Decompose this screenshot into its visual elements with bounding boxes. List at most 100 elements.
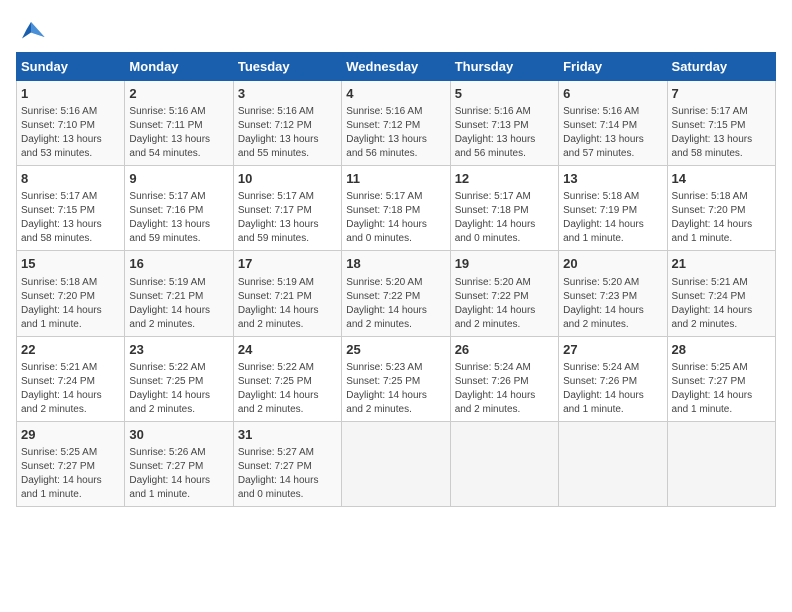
day-number: 5	[455, 85, 554, 103]
day-number: 21	[672, 255, 771, 273]
day-info: Sunrise: 5:20 AM Sunset: 7:22 PM Dayligh…	[346, 276, 445, 332]
day-info: Sunrise: 5:16 AM Sunset: 7:11 PM Dayligh…	[129, 105, 228, 161]
day-info: Sunrise: 5:17 AM Sunset: 7:15 PM Dayligh…	[21, 190, 120, 246]
day-number: 13	[563, 170, 662, 188]
calendar-cell: 14Sunrise: 5:18 AM Sunset: 7:20 PM Dayli…	[667, 166, 775, 251]
logo-icon	[16, 16, 46, 46]
calendar-cell: 18 Sunrise: 5:20 AM Sunset: 7:22 PM Dayli…	[342, 251, 450, 336]
day-number: 11	[346, 170, 445, 188]
calendar-cell: 13 Sunrise: 5:18 AM Sunset: 7:19 PM Dayli…	[559, 166, 667, 251]
day-number: 15	[21, 255, 120, 273]
day-info: Sunrise: 5:20 AM Sunset: 7:23 PM Dayligh…	[563, 276, 662, 332]
calendar-cell: 25 Sunrise: 5:23 AM Sunset: 7:25 PM Dayli…	[342, 336, 450, 421]
calendar-cell: 6Sunrise: 5:16 AM Sunset: 7:14 PM Daylig…	[559, 81, 667, 166]
day-info: Sunrise: 5:20 AM Sunset: 7:22 PM Dayligh…	[455, 276, 554, 332]
day-info: Sunrise: 5:24 AM Sunset: 7:26 PM Dayligh…	[563, 361, 662, 417]
day-number: 19	[455, 255, 554, 273]
day-info: Sunrise: 5:19 AM Sunset: 7:21 PM Dayligh…	[238, 276, 337, 332]
day-number: 3	[238, 85, 337, 103]
day-info: Sunrise: 5:16 AM Sunset: 7:12 PM Dayligh…	[238, 105, 337, 161]
calendar-cell: 15 Sunrise: 5:18 AM Sunset: 7:20 PM Dayli…	[17, 251, 125, 336]
calendar-cell: 5 Sunrise: 5:16 AM Sunset: 7:13 PM Daylig…	[450, 81, 558, 166]
day-number: 22	[21, 341, 120, 359]
day-info: Sunrise: 5:16 AM Sunset: 7:10 PM Dayligh…	[21, 105, 120, 161]
header-sunday: Sunday	[17, 53, 125, 81]
calendar-cell: 21 Sunrise: 5:21 AM Sunset: 7:24 PM Dayli…	[667, 251, 775, 336]
calendar-cell: 31Sunrise: 5:27 AM Sunset: 7:27 PM Dayli…	[233, 421, 341, 506]
calendar-cell: 27 Sunrise: 5:24 AM Sunset: 7:26 PM Dayli…	[559, 336, 667, 421]
calendar-cell: 16 Sunrise: 5:19 AM Sunset: 7:21 PM Dayli…	[125, 251, 233, 336]
day-number: 24	[238, 341, 337, 359]
calendar-cell: 20 Sunrise: 5:20 AM Sunset: 7:23 PM Dayli…	[559, 251, 667, 336]
day-info: Sunrise: 5:22 AM Sunset: 7:25 PM Dayligh…	[238, 361, 337, 417]
day-info: Sunrise: 5:18 AM Sunset: 7:20 PM Dayligh…	[21, 276, 120, 332]
day-info: Sunrise: 5:24 AM Sunset: 7:26 PM Dayligh…	[455, 361, 554, 417]
day-number: 20	[563, 255, 662, 273]
day-info: Sunrise: 5:16 AM Sunset: 7:13 PM Dayligh…	[455, 105, 554, 161]
calendar-cell	[559, 421, 667, 506]
day-info: Sunrise: 5:17 AM Sunset: 7:18 PM Dayligh…	[346, 190, 445, 246]
calendar-cell: 2 Sunrise: 5:16 AM Sunset: 7:11 PM Daylig…	[125, 81, 233, 166]
calendar-cell: 8 Sunrise: 5:17 AM Sunset: 7:15 PM Daylig…	[17, 166, 125, 251]
day-number: 2	[129, 85, 228, 103]
day-number: 18	[346, 255, 445, 273]
week-row-2: 8 Sunrise: 5:17 AM Sunset: 7:15 PM Daylig…	[17, 166, 776, 251]
calendar-cell: 28 Sunrise: 5:25 AM Sunset: 7:27 PM Dayli…	[667, 336, 775, 421]
calendar-cell: 9 Sunrise: 5:17 AM Sunset: 7:16 PM Daylig…	[125, 166, 233, 251]
day-number: 12	[455, 170, 554, 188]
week-row-4: 22 Sunrise: 5:21 AM Sunset: 7:24 PM Dayli…	[17, 336, 776, 421]
calendar-cell: 7 Sunrise: 5:17 AM Sunset: 7:15 PM Daylig…	[667, 81, 775, 166]
day-number: 27	[563, 341, 662, 359]
calendar-cell	[450, 421, 558, 506]
day-number: 26	[455, 341, 554, 359]
week-row-5: 29Sunrise: 5:25 AM Sunset: 7:27 PM Dayli…	[17, 421, 776, 506]
calendar-cell: 3 Sunrise: 5:16 AM Sunset: 7:12 PM Daylig…	[233, 81, 341, 166]
day-info: Sunrise: 5:23 AM Sunset: 7:25 PM Dayligh…	[346, 361, 445, 417]
day-info: Sunrise: 5:17 AM Sunset: 7:17 PM Dayligh…	[238, 190, 337, 246]
header-tuesday: Tuesday	[233, 53, 341, 81]
day-info: Sunrise: 5:19 AM Sunset: 7:21 PM Dayligh…	[129, 276, 228, 332]
calendar-cell: 23Sunrise: 5:22 AM Sunset: 7:25 PM Dayli…	[125, 336, 233, 421]
week-row-3: 15 Sunrise: 5:18 AM Sunset: 7:20 PM Dayli…	[17, 251, 776, 336]
day-info: Sunrise: 5:21 AM Sunset: 7:24 PM Dayligh…	[21, 361, 120, 417]
calendar-cell: 24 Sunrise: 5:22 AM Sunset: 7:25 PM Dayli…	[233, 336, 341, 421]
day-number: 25	[346, 341, 445, 359]
day-number: 31	[238, 426, 337, 444]
calendar-cell	[342, 421, 450, 506]
day-info: Sunrise: 5:16 AM Sunset: 7:12 PM Dayligh…	[346, 105, 445, 161]
calendar-cell: 19 Sunrise: 5:20 AM Sunset: 7:22 PM Dayli…	[450, 251, 558, 336]
page-header	[16, 16, 776, 46]
header-friday: Friday	[559, 53, 667, 81]
day-number: 1	[21, 85, 120, 103]
day-info: Sunrise: 5:18 AM Sunset: 7:20 PM Dayligh…	[672, 190, 771, 246]
calendar-cell	[667, 421, 775, 506]
day-info: Sunrise: 5:17 AM Sunset: 7:16 PM Dayligh…	[129, 190, 228, 246]
day-info: Sunrise: 5:17 AM Sunset: 7:18 PM Dayligh…	[455, 190, 554, 246]
header-wednesday: Wednesday	[342, 53, 450, 81]
day-number: 28	[672, 341, 771, 359]
day-number: 10	[238, 170, 337, 188]
calendar-cell: 11 Sunrise: 5:17 AM Sunset: 7:18 PM Dayli…	[342, 166, 450, 251]
calendar-cell: 4Sunrise: 5:16 AM Sunset: 7:12 PM Daylig…	[342, 81, 450, 166]
week-row-1: 1 Sunrise: 5:16 AM Sunset: 7:10 PM Daylig…	[17, 81, 776, 166]
day-number: 9	[129, 170, 228, 188]
header-thursday: Thursday	[450, 53, 558, 81]
day-number: 7	[672, 85, 771, 103]
calendar-table: SundayMondayTuesdayWednesdayThursdayFrid…	[16, 52, 776, 507]
calendar-cell: 17Sunrise: 5:19 AM Sunset: 7:21 PM Dayli…	[233, 251, 341, 336]
day-number: 23	[129, 341, 228, 359]
header-saturday: Saturday	[667, 53, 775, 81]
day-info: Sunrise: 5:16 AM Sunset: 7:14 PM Dayligh…	[563, 105, 662, 161]
day-number: 8	[21, 170, 120, 188]
day-info: Sunrise: 5:25 AM Sunset: 7:27 PM Dayligh…	[672, 361, 771, 417]
day-number: 29	[21, 426, 120, 444]
calendar-cell: 29Sunrise: 5:25 AM Sunset: 7:27 PM Dayli…	[17, 421, 125, 506]
day-number: 30	[129, 426, 228, 444]
day-info: Sunrise: 5:18 AM Sunset: 7:19 PM Dayligh…	[563, 190, 662, 246]
day-info: Sunrise: 5:17 AM Sunset: 7:15 PM Dayligh…	[672, 105, 771, 161]
calendar-cell: 1 Sunrise: 5:16 AM Sunset: 7:10 PM Daylig…	[17, 81, 125, 166]
day-info: Sunrise: 5:21 AM Sunset: 7:24 PM Dayligh…	[672, 276, 771, 332]
day-number: 16	[129, 255, 228, 273]
calendar-header-row: SundayMondayTuesdayWednesdayThursdayFrid…	[17, 53, 776, 81]
day-info: Sunrise: 5:26 AM Sunset: 7:27 PM Dayligh…	[129, 446, 228, 502]
